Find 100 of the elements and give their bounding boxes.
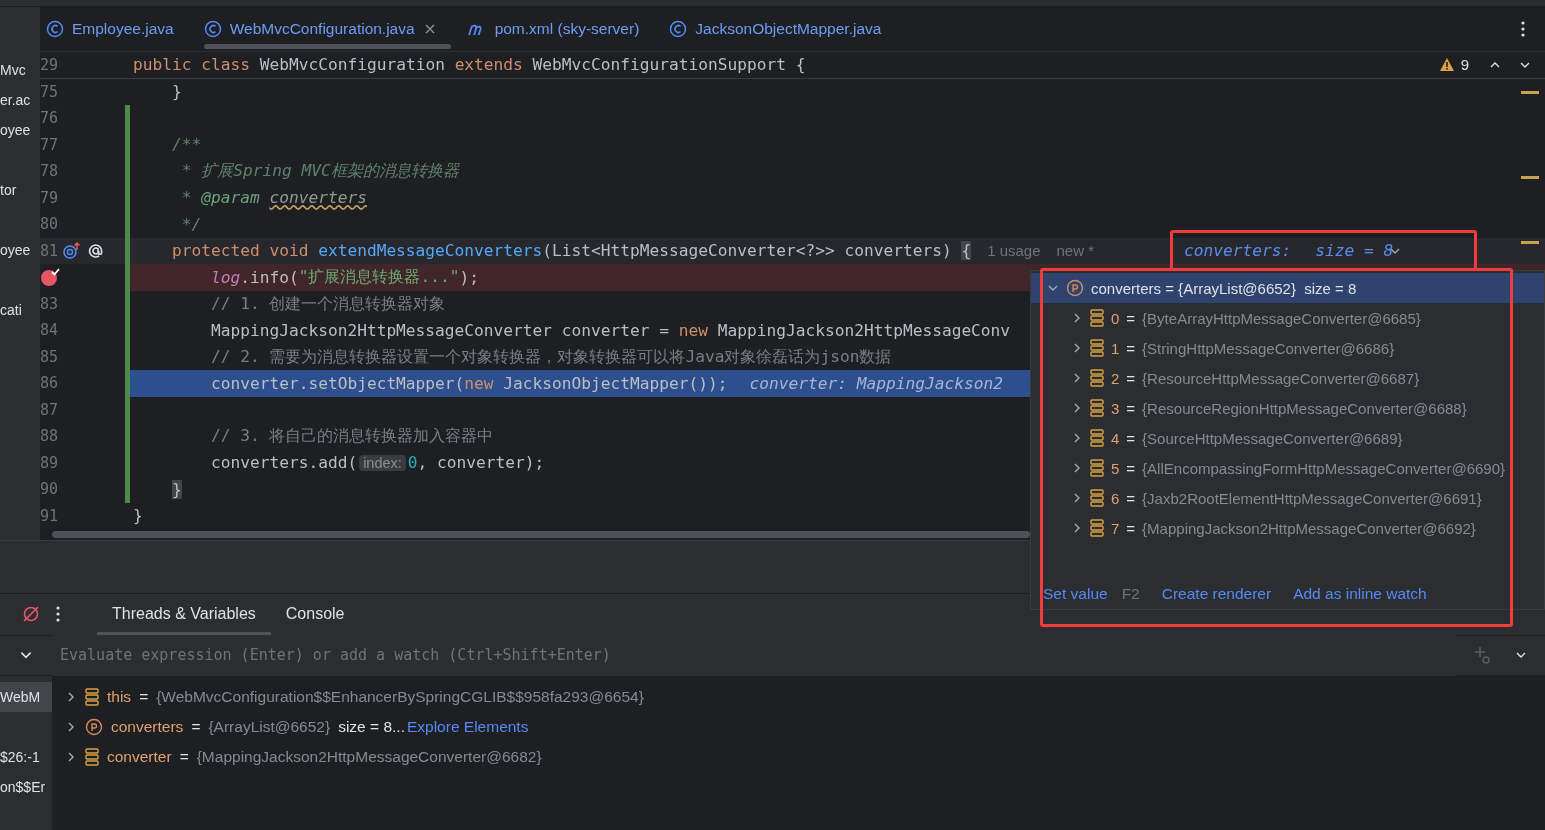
variable-name: converters	[111, 718, 184, 736]
code-text: }	[171, 82, 182, 102]
tab-label: WebMvcConfiguration.java	[229, 19, 415, 38]
line-number: 77	[40, 135, 59, 154]
stack-icon	[1090, 519, 1104, 537]
sidebar-item[interactable]: tor	[0, 182, 17, 198]
code-text: /**	[171, 135, 202, 155]
element-value: {SourceHttpMessageConverter@6689}	[1142, 429, 1403, 447]
equals-sign: =	[191, 718, 201, 736]
code-text: JacksonObjectMapper());	[503, 373, 728, 393]
line-number: 76	[40, 109, 59, 128]
tab-label: pom.xml (sky-server)	[494, 19, 640, 38]
element-index: 2	[1111, 369, 1120, 387]
equals-sign: =	[1126, 459, 1136, 477]
sidebar-item[interactable]: cati	[0, 302, 22, 318]
stack-icon	[1090, 429, 1104, 447]
element-value: {Jaxb2RootElementHttpMessageConverter@6691}	[1142, 489, 1482, 507]
variable-value: {WebMvcConfiguration$$EnhancerBySpringCGLIB$$958fa293@6654}	[156, 688, 644, 706]
code-text: @param	[201, 188, 260, 208]
code-text: WebMvcConfiguration	[259, 55, 446, 74]
line-number: 29	[40, 55, 59, 74]
line-number: 79	[40, 188, 59, 207]
equals-sign: =	[1126, 519, 1136, 537]
code-text: "扩展消息转换器..."	[298, 266, 460, 289]
class-icon	[203, 19, 222, 38]
explore-link[interactable]: Explore Elements	[406, 718, 529, 736]
inline-debug-value[interactable]: converters:	[1184, 241, 1292, 261]
override-icon[interactable]	[62, 240, 83, 261]
line-number: 80	[40, 215, 59, 234]
equals-sign: =	[1126, 309, 1136, 327]
editor-tab[interactable]: pom.xml (sky-server)	[460, 7, 664, 51]
variable-value: {MappingJackson2HttpMessageConverter@6682}	[196, 748, 542, 766]
element-index: 3	[1111, 399, 1120, 417]
inline-debug-value: converter: MappingJackson2	[749, 373, 1003, 393]
element-value: {ResourceHttpMessageConverter@6687}	[1142, 369, 1420, 387]
editor-tab[interactable]: JacksonObjectMapper.java	[663, 7, 906, 51]
element-value: {MappingJackson2HttpMessageConverter@6692}	[1142, 519, 1476, 537]
element-index: 0	[1111, 309, 1120, 327]
stack-frame[interactable]: WebM	[0, 682, 52, 712]
line-number: 87	[40, 400, 59, 419]
editor-tab[interactable]: Employee.java	[40, 7, 198, 51]
element-index: 6	[1111, 489, 1120, 507]
mute-breakpoints-icon[interactable]	[22, 605, 40, 624]
sidebar-item[interactable]: er.ac	[0, 92, 31, 108]
code-text: new	[464, 373, 495, 393]
line-number: 75	[40, 82, 59, 101]
sidebar-item[interactable]: oyee	[0, 242, 31, 258]
action-link[interactable]: Create renderer	[1161, 585, 1272, 603]
warning-icon[interactable]	[1438, 57, 1455, 72]
evaluate-field[interactable]: Evaluate expression (Enter) or add a watch (Ctrl+Shift+Enter)	[52, 634, 1455, 676]
element-value: {StringHttpMessageConverter@6686}	[1142, 339, 1395, 357]
more-icon[interactable]	[1521, 20, 1525, 37]
code-text: protected void	[171, 241, 310, 261]
element-value: {ResourceRegionHttpMessageConverter@6688}	[1142, 399, 1467, 417]
code-text: (List<HttpMessageConverter<?>> converters)	[542, 241, 953, 261]
parameter-icon	[1066, 279, 1084, 297]
stack-icon	[1090, 399, 1104, 417]
equals-sign: =	[1126, 399, 1136, 417]
equals-sign: =	[1126, 429, 1136, 447]
panel-tab[interactable]: Console	[270, 594, 360, 635]
tab-label: JacksonObjectMapper.java	[695, 19, 882, 38]
stack-icon	[1090, 459, 1104, 477]
equals-sign: =	[179, 748, 189, 766]
code-text: {	[961, 241, 972, 261]
breakpoint-icon[interactable]	[40, 267, 62, 288]
action-link[interactable]: Add as inline watch	[1293, 585, 1427, 603]
panel-tab[interactable]: Threads & Variables	[97, 594, 271, 635]
sidebar-item[interactable]: Mvc	[0, 62, 26, 78]
parameter-icon	[85, 718, 103, 736]
scrollbar[interactable]	[52, 531, 1030, 538]
action-link[interactable]: Set value	[1043, 585, 1108, 603]
code-text: extends	[454, 55, 524, 74]
element-index: 7	[1111, 519, 1120, 537]
editor-tab[interactable]: WebMvcConfiguration.java	[197, 7, 461, 51]
element-index: 5	[1111, 459, 1120, 477]
element-index: 4	[1111, 429, 1120, 447]
stack-icon	[1090, 339, 1104, 357]
line-number: 84	[40, 321, 59, 340]
code-text: }	[133, 506, 143, 526]
variable-name: this	[107, 688, 132, 706]
more-icon[interactable]	[56, 606, 60, 623]
stack-frame[interactable]: $26:-1	[0, 742, 52, 772]
line-number: 89	[40, 453, 59, 472]
class-icon	[46, 19, 64, 38]
code-text: */	[180, 214, 202, 234]
inlay-hint: 1 usage	[987, 242, 1041, 260]
tab-label: Employee.java	[72, 19, 174, 38]
error-stripe-mark[interactable]	[1521, 90, 1539, 94]
stack-icon	[1090, 309, 1104, 327]
stack-icon	[1090, 489, 1104, 507]
stack-icon	[1090, 369, 1104, 387]
stack-icon	[85, 688, 99, 706]
stack-frame[interactable]: on$$Er	[0, 772, 52, 802]
error-stripe-mark[interactable]	[1521, 175, 1539, 179]
line-number: 81	[40, 241, 59, 260]
line-number: 91	[40, 506, 59, 525]
inline-debug-value[interactable]: size = 8	[1315, 241, 1394, 261]
sidebar-item[interactable]: oyee	[0, 122, 31, 138]
line-number: 86	[40, 374, 59, 393]
error-stripe-mark[interactable]	[1521, 240, 1539, 244]
